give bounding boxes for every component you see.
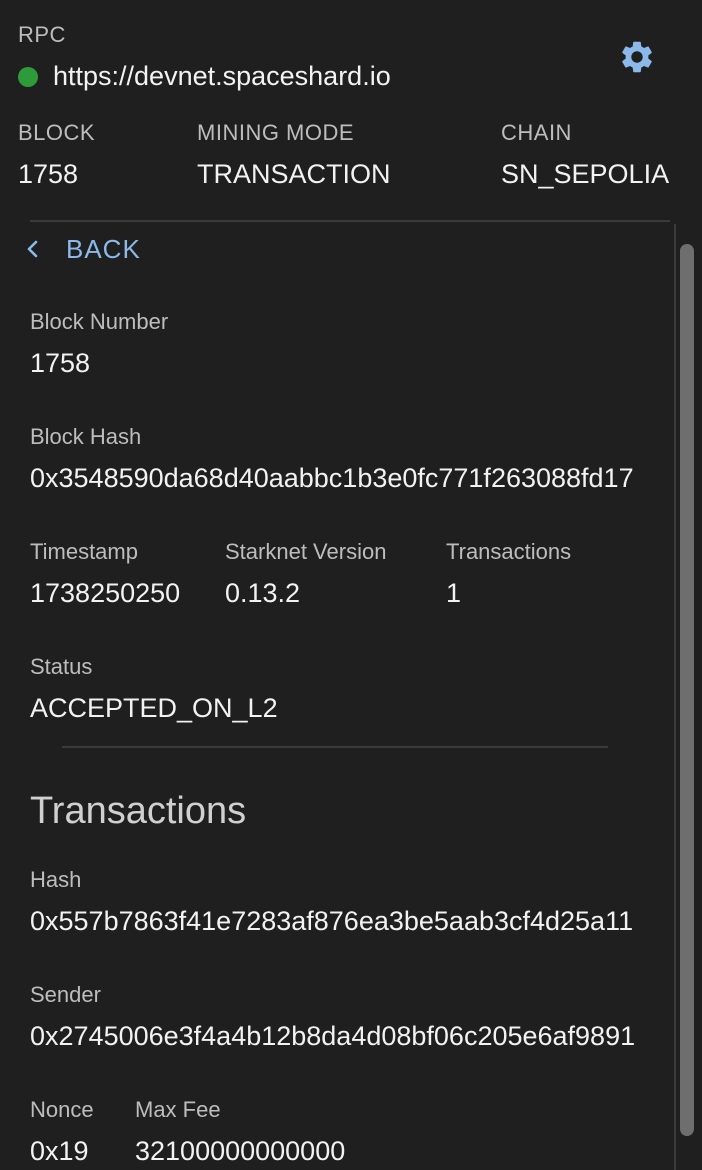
rpc-url: https://devnet.spaceshard.io	[53, 61, 391, 91]
transactions-count-label: Transactions	[446, 539, 572, 564]
timestamp-value: 1738250250	[30, 578, 181, 608]
chevron-left-icon	[27, 240, 38, 258]
block-value: 1758	[18, 159, 79, 189]
connection-status-indicator	[18, 67, 38, 87]
header: RPC https://devnet.spaceshard.io BLOCK 1…	[0, 0, 702, 220]
block-hash-value: 0x3548590da68d40aabbc1b3e0fc771f263088fd…	[30, 463, 634, 493]
rpc-label: RPC	[18, 22, 66, 47]
chain-label: CHAIN	[501, 120, 572, 145]
app-window: RPC https://devnet.spaceshard.io BLOCK 1…	[0, 0, 702, 1170]
transactions-count-value: 1	[446, 578, 462, 608]
tx-hash-value[interactable]: 0x557b7863f41e7283af876ea3be5aab3cf4d25a…	[30, 906, 633, 937]
tx-nonce-label: Nonce	[30, 1097, 94, 1122]
gear-icon[interactable]	[618, 38, 656, 76]
transactions-section-title: Transactions	[30, 790, 247, 832]
block-label: BLOCK	[18, 120, 96, 145]
tx-sender-value[interactable]: 0x2745006e3f4a4b12b8da4d08bf06c205e6af98…	[30, 1021, 635, 1052]
starknet-version-label: Starknet Version	[225, 539, 387, 564]
tx-max-fee-value: 32100000000000	[135, 1136, 346, 1166]
section-divider	[62, 746, 608, 748]
timestamp-label: Timestamp	[30, 539, 138, 564]
tx-max-fee-label: Max Fee	[135, 1097, 221, 1122]
status-label: Status	[30, 654, 93, 679]
starknet-version-value: 0.13.2	[225, 578, 301, 608]
tx-nonce-value: 0x19	[30, 1136, 89, 1166]
tx-sender-label: Sender	[30, 982, 101, 1007]
back-label: BACK	[66, 233, 141, 264]
mining-mode-label: MINING MODE	[197, 120, 355, 145]
mining-mode-value: TRANSACTION	[197, 159, 391, 189]
block-number-label: Block Number	[30, 309, 169, 334]
chain-value: SN_SEPOLIA	[501, 159, 670, 189]
back-button[interactable]: BACK	[22, 232, 141, 266]
scrollbar-thumb[interactable]	[680, 244, 694, 1136]
status-value: ACCEPTED_ON_L2	[30, 693, 278, 723]
tx-hash-label: Hash	[30, 867, 82, 892]
block-details-panel: BACK Block Number 1758 Block Hash 0x3548…	[0, 222, 672, 1170]
block-hash-label: Block Hash	[30, 424, 142, 449]
block-number-value: 1758	[30, 348, 91, 378]
